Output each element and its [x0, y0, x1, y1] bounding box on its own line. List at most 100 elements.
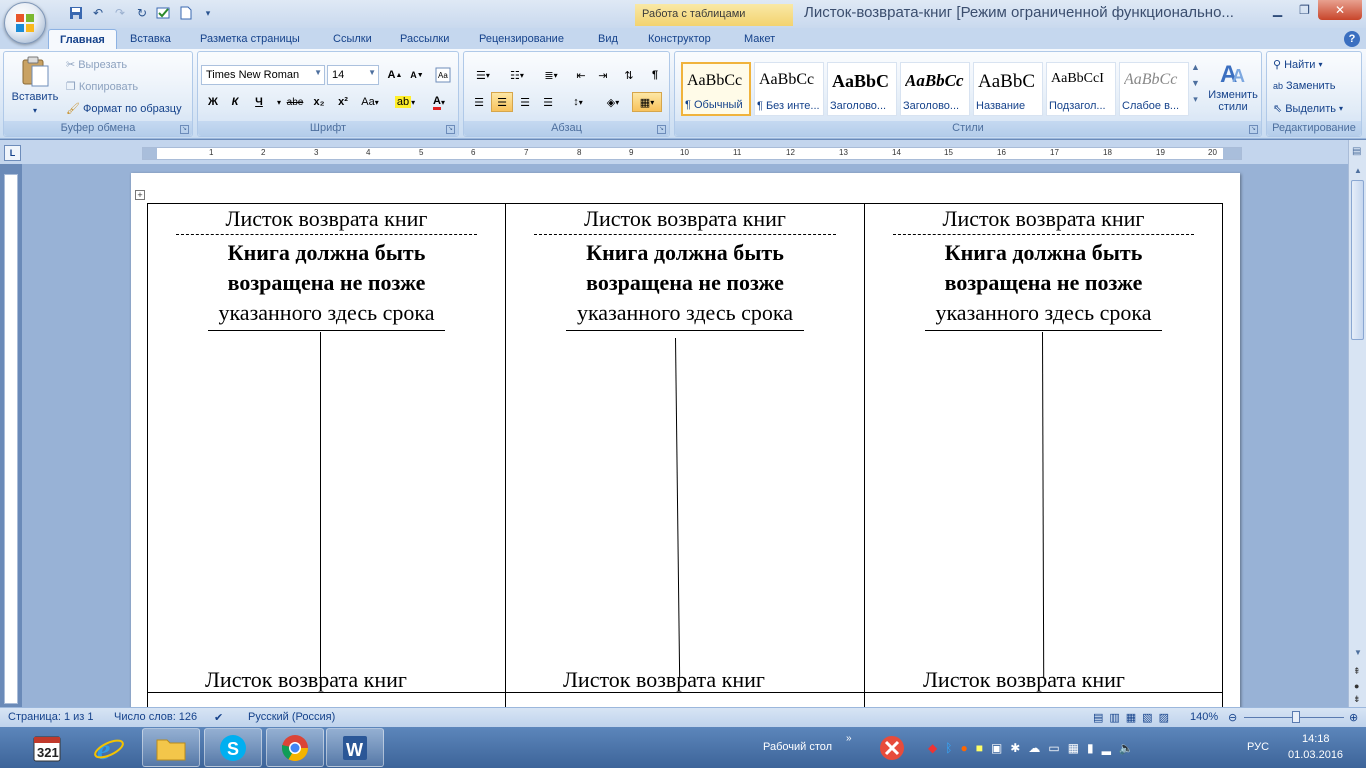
subscript-button[interactable]: x₂: [308, 92, 330, 112]
zoom-out-icon[interactable]: ⊖: [1228, 711, 1237, 724]
style-heading-2[interactable]: AaBbCc Заголово...: [900, 62, 970, 116]
style-title[interactable]: AaBbC Название: [973, 62, 1043, 116]
styles-scroll[interactable]: ▲ ▼ ▾: [1191, 62, 1200, 105]
select-button[interactable]: ⇖ Выделить ▾: [1273, 102, 1343, 116]
vertical-ruler[interactable]: [4, 174, 18, 704]
change-case-button[interactable]: Aa ▾: [356, 92, 384, 112]
align-left-icon[interactable]: ☰: [468, 92, 490, 112]
paste-button[interactable]: Вставить ▾: [10, 56, 60, 115]
tab-mailings[interactable]: Рассылки: [400, 29, 449, 49]
justify-icon[interactable]: ☰: [537, 92, 559, 112]
customize-qat-icon[interactable]: ▾: [198, 4, 218, 22]
tray-icon[interactable]: ▭: [1048, 741, 1059, 755]
tray-icon[interactable]: ▦: [1068, 741, 1079, 755]
undo-icon[interactable]: ↶: [88, 4, 108, 22]
highlight-color-button[interactable]: ab ▾: [390, 92, 420, 112]
next-page-icon[interactable]: ⇟: [1353, 694, 1361, 705]
style-heading-1[interactable]: AaBbC Заголово...: [827, 62, 897, 116]
format-painter-button[interactable]: 🖌 Формат по образцу: [66, 102, 182, 116]
bullets-icon[interactable]: ☰ ▾: [468, 65, 498, 85]
zoom-slider-thumb[interactable]: [1292, 711, 1300, 723]
repeat-icon[interactable]: ↻: [132, 4, 152, 22]
clear-formatting-icon[interactable]: Aa: [432, 65, 454, 85]
align-right-icon[interactable]: ☰: [514, 92, 536, 112]
redo-icon[interactable]: ↷: [110, 4, 130, 22]
style-subtle-emphasis[interactable]: AaBbCc Слабое в...: [1119, 62, 1189, 116]
copy-button[interactable]: ❐ Копировать: [66, 80, 138, 94]
word-app-icon[interactable]: W: [326, 728, 384, 767]
minimize-button[interactable]: ▁: [1264, 0, 1291, 20]
save-icon[interactable]: [66, 4, 86, 22]
shading-icon[interactable]: ◈ ▾: [598, 92, 628, 112]
vertical-scrollbar[interactable]: ▤ ▲ ▼ ⇞ ● ⇟: [1348, 140, 1366, 707]
shrink-font-button[interactable]: A ▼: [406, 65, 428, 85]
office-button[interactable]: [4, 2, 46, 44]
tray-app-icon[interactable]: [872, 728, 912, 767]
line-spacing-icon[interactable]: ↕ ▾: [564, 92, 592, 112]
new-document-icon[interactable]: [176, 4, 196, 22]
document-area[interactable]: + Листок возврата книг Книга должна быть…: [22, 164, 1348, 707]
horizontal-ruler[interactable]: 1 2 3 4 5 6 7 8 9 10 11 12 13 14 15 16 1…: [142, 147, 1242, 160]
table-cell[interactable]: Листок возврата книг Книга должна быть в…: [147, 203, 506, 693]
file-explorer-icon[interactable]: [142, 728, 200, 767]
style-subtitle[interactable]: AaBbCcI Подзагол...: [1046, 62, 1116, 116]
select-browse-object-icon[interactable]: ●: [1354, 681, 1359, 691]
style-no-spacing[interactable]: AaBbCc ¶ Без инте...: [754, 62, 824, 116]
replace-button[interactable]: ab Заменить: [1273, 80, 1335, 92]
word-count[interactable]: Число слов: 126: [114, 711, 197, 723]
internet-explorer-icon[interactable]: e: [80, 728, 138, 767]
table-cell[interactable]: Листок возврата книг Книга должна быть в…: [864, 203, 1223, 693]
style-normal[interactable]: AaBbCc ¶ Обычный: [681, 62, 751, 116]
tray-icon[interactable]: ▣: [991, 741, 1002, 755]
scroll-down-icon[interactable]: ▼: [1191, 78, 1200, 88]
bluetooth-icon[interactable]: ᛒ: [945, 741, 952, 755]
scroll-up-icon[interactable]: ▲: [1191, 62, 1200, 72]
grow-font-button[interactable]: A ▲: [384, 65, 406, 85]
tab-review[interactable]: Рецензирование: [479, 29, 564, 49]
decrease-indent-icon[interactable]: ⇤: [570, 65, 592, 85]
view-buttons[interactable]: ▤▥▦▧▨: [1093, 711, 1175, 724]
numbering-icon[interactable]: ☷ ▾: [502, 65, 532, 85]
tab-insert[interactable]: Вставка: [130, 29, 171, 49]
font-size-combo[interactable]: 14 ▼: [327, 65, 379, 85]
page-count[interactable]: Страница: 1 из 1: [8, 711, 94, 723]
superscript-button[interactable]: x²: [332, 92, 354, 112]
clock-time[interactable]: 14:18: [1302, 733, 1330, 745]
close-button[interactable]: ✕: [1318, 0, 1362, 20]
desktop-toolbar-label[interactable]: Рабочий стол: [763, 741, 832, 753]
paragraph-launcher-icon[interactable]: ↘: [657, 125, 666, 134]
increase-indent-icon[interactable]: ⇥: [592, 65, 614, 85]
tab-design[interactable]: Конструктор: [648, 29, 711, 49]
tab-layout[interactable]: Макет: [744, 29, 775, 49]
align-center-icon[interactable]: ☰: [491, 92, 513, 112]
chrome-icon[interactable]: [266, 728, 324, 767]
multilevel-list-icon[interactable]: ≣ ▾: [536, 65, 566, 85]
proofing-icon[interactable]: ✔: [214, 711, 223, 724]
tray-icon[interactable]: ✱: [1010, 741, 1020, 755]
underline-button[interactable]: Ч: [248, 92, 270, 112]
previous-page-icon[interactable]: ⇞: [1353, 666, 1361, 677]
bold-button[interactable]: Ж: [202, 92, 224, 112]
cut-button[interactable]: ✂ Вырезать: [66, 58, 127, 72]
clock-date[interactable]: 01.03.2016: [1288, 749, 1343, 761]
scroll-down-icon[interactable]: ▼: [1354, 648, 1362, 657]
input-language[interactable]: РУС: [1247, 741, 1269, 753]
zoom-in-icon[interactable]: ⊕: [1349, 711, 1358, 724]
sort-icon[interactable]: ⇅: [618, 65, 640, 85]
styles-launcher-icon[interactable]: ↘: [1249, 125, 1258, 134]
tab-references[interactable]: Ссылки: [333, 29, 372, 49]
font-color-button[interactable]: A ▾: [424, 92, 454, 112]
toolbar-expand-icon[interactable]: »: [846, 733, 852, 744]
zoom-level[interactable]: 140%: [1190, 711, 1218, 723]
tab-home[interactable]: Главная: [48, 29, 117, 49]
tab-view[interactable]: Вид: [598, 29, 618, 49]
borders-icon[interactable]: ▦ ▾: [632, 92, 662, 112]
network-icon[interactable]: ▂: [1102, 741, 1111, 755]
font-name-combo[interactable]: Times New Roman ▼: [201, 65, 325, 85]
strikethrough-button[interactable]: abe: [284, 92, 306, 112]
page[interactable]: + Листок возврата книг Книга должна быть…: [131, 173, 1240, 707]
more-styles-icon[interactable]: ▾: [1193, 94, 1198, 105]
language-indicator[interactable]: Русский (Россия): [248, 711, 335, 723]
table-cell[interactable]: Листок возврата книг Книга должна быть в…: [505, 203, 865, 693]
tab-selector-icon[interactable]: L: [4, 145, 21, 161]
